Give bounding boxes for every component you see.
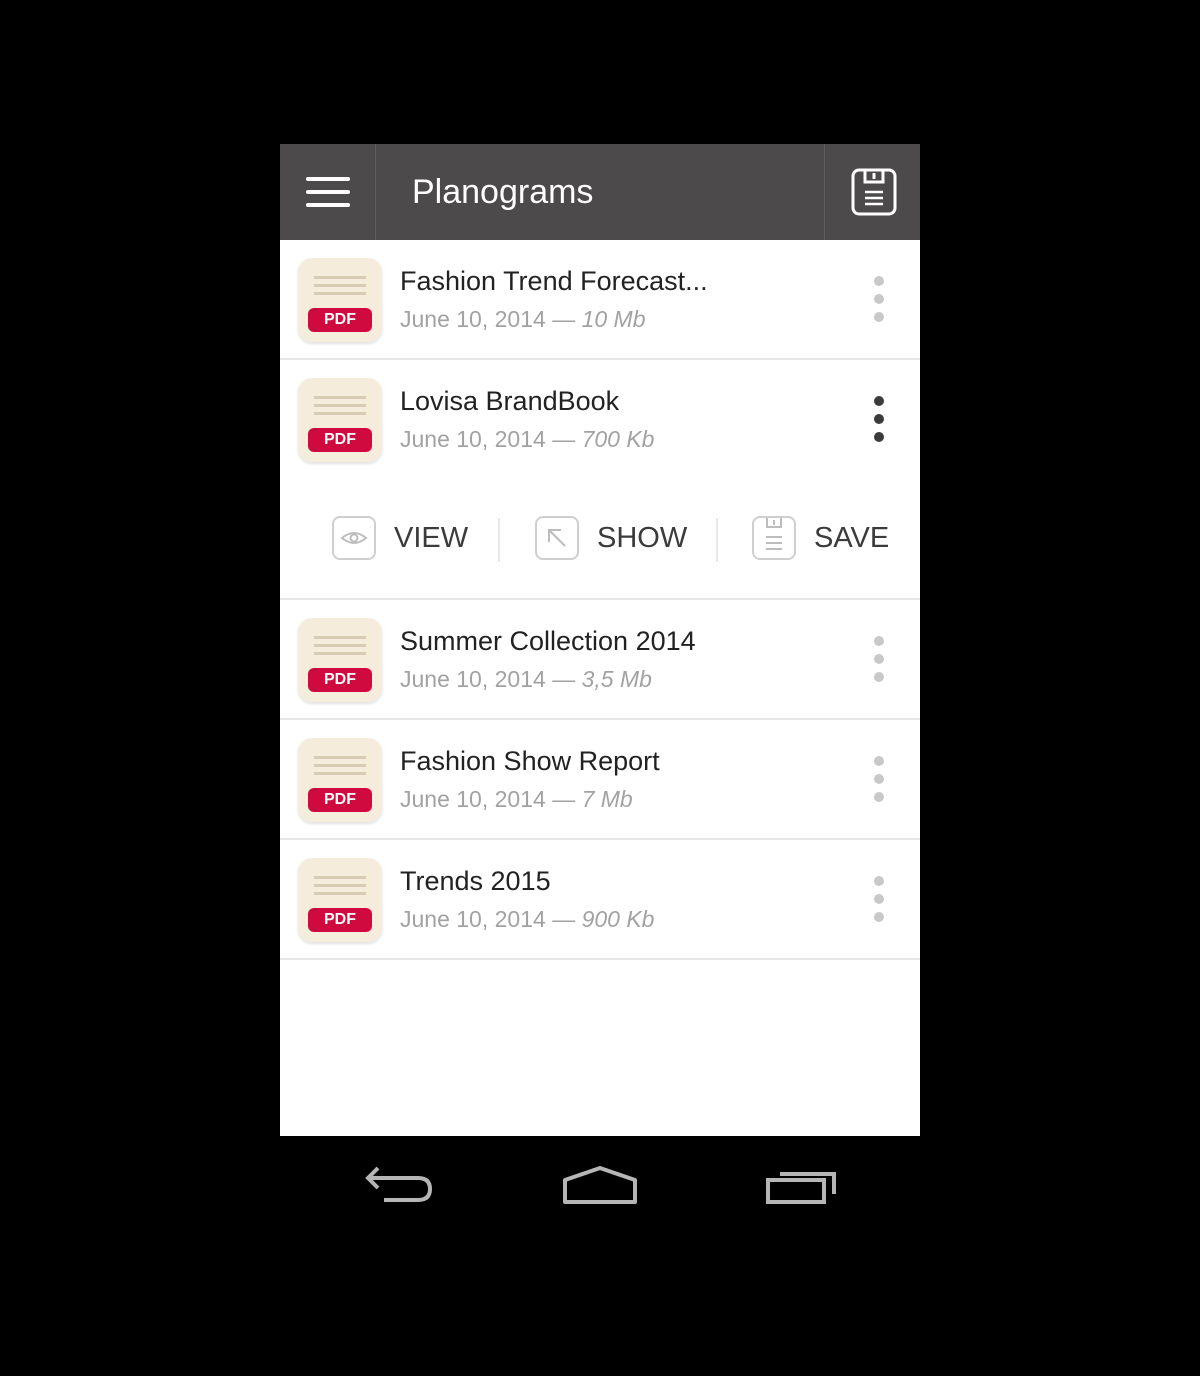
pdf-badge: PDF <box>308 428 372 452</box>
menu-icon-bar <box>306 190 350 194</box>
document-line <box>314 412 366 415</box>
meta-separator: — <box>552 666 576 692</box>
dot <box>874 276 884 286</box>
app-bar: Planograms <box>280 144 920 240</box>
show-button[interactable]: SHOW <box>535 516 695 564</box>
more-options-button[interactable] <box>860 752 898 812</box>
pdf-file-icon: PDF <box>298 378 382 462</box>
document-line <box>314 292 366 295</box>
recent-apps-icon[interactable] <box>764 1160 840 1208</box>
pdf-badge: PDF <box>308 908 372 932</box>
file-date: June 10, 2014 <box>400 906 546 932</box>
more-options-button[interactable] <box>860 632 898 692</box>
dot <box>874 876 884 886</box>
dot <box>874 774 884 784</box>
dot <box>874 432 884 442</box>
more-options-button[interactable] <box>860 272 898 332</box>
file-meta: June 10, 2014 — 900 Kb <box>400 906 654 933</box>
document-line <box>314 884 366 887</box>
dot <box>874 756 884 766</box>
menu-icon <box>306 177 350 181</box>
pdf-badge: PDF <box>308 788 372 812</box>
pdf-badge: PDF <box>308 308 372 332</box>
dot <box>874 912 884 922</box>
dot <box>874 396 884 406</box>
dot <box>874 792 884 802</box>
divider <box>498 518 500 562</box>
list-item[interactable]: PDF Fashion Trend Forecast... June 10, 2… <box>280 240 920 360</box>
meta-separator: — <box>552 426 576 452</box>
document-line <box>314 756 366 759</box>
dot <box>874 294 884 304</box>
file-size: 10 Mb <box>581 306 646 332</box>
dot <box>874 636 884 646</box>
file-name: Summer Collection 2014 <box>400 626 696 656</box>
pdf-file-icon: PDF <box>298 858 382 942</box>
more-options-button[interactable] <box>860 872 898 932</box>
document-line <box>314 404 366 407</box>
save-icon <box>752 516 796 560</box>
pdf-file-icon: PDF <box>298 618 382 702</box>
more-options-button[interactable] <box>860 392 898 452</box>
document-line <box>314 772 366 775</box>
file-name: Trends 2015 <box>400 866 551 896</box>
home-icon[interactable] <box>560 1160 640 1208</box>
file-meta: June 10, 2014 — 10 Mb <box>400 306 646 333</box>
document-line <box>314 652 366 655</box>
app-screen: Planograms PDF Fashion Trend Forecast...… <box>280 144 920 1136</box>
save-icon <box>851 168 897 216</box>
list-item[interactable]: PDF Lovisa BrandBook June 10, 2014 — 700… <box>280 360 920 480</box>
menu-button[interactable] <box>280 144 376 240</box>
file-meta: June 10, 2014 — 7 Mb <box>400 786 633 813</box>
arrow-up-left-icon <box>535 516 579 560</box>
list-item[interactable]: PDF Trends 2015 June 10, 2014 — 900 Kb <box>280 840 920 960</box>
document-line <box>314 764 366 767</box>
pdf-badge: PDF <box>308 668 372 692</box>
view-button[interactable]: VIEW <box>332 516 472 564</box>
dot <box>874 414 884 424</box>
document-line <box>314 892 366 895</box>
meta-separator: — <box>552 306 576 332</box>
file-date: June 10, 2014 <box>400 426 546 452</box>
menu-icon-bar <box>306 203 350 207</box>
pdf-file-icon: PDF <box>298 258 382 342</box>
view-label: VIEW <box>394 522 469 554</box>
document-line <box>314 644 366 647</box>
dot <box>874 654 884 664</box>
file-size: 7 Mb <box>581 786 633 812</box>
file-meta: June 10, 2014 — 3,5 Mb <box>400 666 652 693</box>
save-action-button[interactable]: SAVE <box>752 516 902 564</box>
page-title: Planograms <box>412 173 594 211</box>
dot <box>874 672 884 682</box>
pdf-file-icon: PDF <box>298 738 382 822</box>
list-item[interactable]: PDF Summer Collection 2014 June 10, 2014… <box>280 600 920 720</box>
back-icon[interactable] <box>362 1160 434 1208</box>
dot <box>874 894 884 904</box>
file-name: Fashion Trend Forecast... <box>400 266 708 296</box>
dot <box>874 312 884 322</box>
file-actions: VIEW SHOW SAVE <box>280 480 920 600</box>
file-date: June 10, 2014 <box>400 786 546 812</box>
save-button[interactable] <box>824 144 920 240</box>
show-label: SHOW <box>597 522 688 554</box>
document-line <box>314 876 366 879</box>
document-line <box>314 396 366 399</box>
file-size: 700 Kb <box>581 426 655 452</box>
file-name: Fashion Show Report <box>400 746 660 776</box>
document-line <box>314 276 366 279</box>
document-line <box>314 636 366 639</box>
file-size: 900 Kb <box>581 906 655 932</box>
file-name: Lovisa BrandBook <box>400 386 620 416</box>
file-date: June 10, 2014 <box>400 306 546 332</box>
save-label: SAVE <box>814 522 890 554</box>
document-line <box>314 284 366 287</box>
eye-icon <box>332 516 376 560</box>
meta-separator: — <box>552 786 576 812</box>
file-meta: June 10, 2014 — 700 Kb <box>400 426 654 453</box>
file-date: June 10, 2014 <box>400 666 546 692</box>
file-size: 3,5 Mb <box>581 666 652 692</box>
divider <box>716 518 718 562</box>
list-item[interactable]: PDF Fashion Show Report June 10, 2014 — … <box>280 720 920 840</box>
meta-separator: — <box>552 906 576 932</box>
